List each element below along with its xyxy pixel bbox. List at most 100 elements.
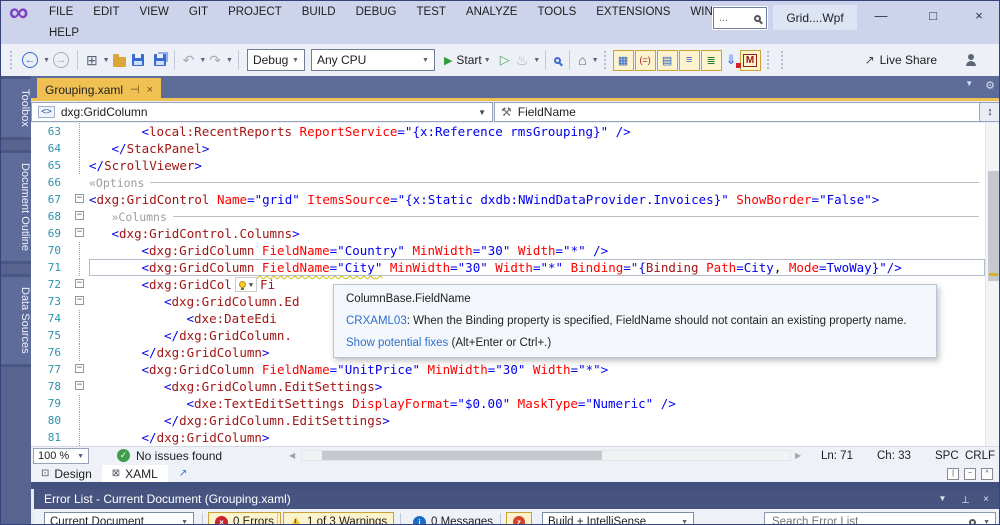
outline-collapse-control[interactable]: − (73, 293, 89, 310)
menu-build[interactable]: BUILD (292, 3, 346, 21)
collapse-box-icon[interactable]: − (75, 194, 84, 203)
split-editor-button[interactable]: ↕ (979, 102, 999, 122)
code-text[interactable]: < dxg:GridColumn.EditSettings > (89, 378, 985, 395)
outline-collapse-control[interactable]: − (73, 378, 89, 395)
menu-project[interactable]: PROJECT (218, 3, 292, 21)
menu-tools[interactable]: TOOLS (527, 3, 586, 21)
start-without-debugging-button[interactable]: ▷ (497, 49, 513, 71)
find-in-files-button[interactable] (551, 49, 564, 71)
outline-collapse-control[interactable]: − (73, 225, 89, 242)
error-list-search-box[interactable]: ▼ (764, 512, 996, 525)
search-options-caret-icon[interactable]: ▼ (983, 519, 990, 525)
show-potential-fixes-link[interactable]: Show potential fixes (346, 337, 448, 349)
menu-edit[interactable]: EDIT (83, 3, 129, 21)
tab-xaml[interactable]: ⊠ XAML (101, 465, 168, 482)
undo-caret-icon[interactable]: ▼ (199, 57, 206, 64)
code-line-63[interactable]: 63 < local:RecentReports ReportService ="{x… (31, 123, 985, 140)
horizontal-split-button[interactable]: − (964, 467, 976, 480)
collapse-box-icon[interactable]: − (75, 296, 84, 305)
quick-launch-search-box[interactable]: ... (712, 6, 768, 30)
code-text[interactable]: < dxg:GridColumn FieldName =" Country " MinW… (89, 242, 985, 259)
horizontal-scrollbar-thumb[interactable] (322, 451, 602, 460)
menu-debug[interactable]: DEBUG (346, 3, 407, 21)
collapse-box-icon[interactable]: − (75, 381, 84, 390)
save-with-errors-button[interactable]: ⇓ (723, 49, 741, 71)
tab-grouping-xaml[interactable]: Grouping.xaml ⊣ × (37, 78, 162, 101)
menu-view[interactable]: VIEW (130, 3, 179, 21)
code-line-70[interactable]: 70 < dxg:GridColumn FieldName =" Country " Mi… (31, 242, 985, 259)
errors-filter-button[interactable]: × 0 Errors (208, 512, 281, 524)
code-text[interactable]: < dxg:GridControl Name =" grid " ItemsSource… (89, 191, 985, 208)
solution-configuration-dropdown[interactable]: Debug ▼ (246, 49, 305, 71)
outline-lines-button[interactable]: ≣ (700, 49, 722, 71)
code-text[interactable]: </ScrollViewer > (89, 157, 985, 174)
scroll-right-arrow-icon[interactable]: ▶ (795, 451, 801, 460)
menu-extensions[interactable]: EXTENSIONS (586, 3, 680, 21)
code-text[interactable]: </StackPanel > (89, 140, 985, 157)
tab-design[interactable]: ⊡ Design (31, 465, 102, 482)
collapse-box-icon[interactable]: − (75, 228, 84, 237)
error-source-dropdown[interactable]: Build + IntelliSense ▼ (542, 512, 694, 524)
collapse-box-icon[interactable]: − (75, 364, 84, 373)
navigate-back-button[interactable]: ← (19, 49, 41, 71)
messages-filter-button[interactable]: i 0 Messages (406, 512, 500, 524)
code-text[interactable]: < dxg:GridControl.Columns > (89, 225, 985, 242)
lightbulb-quickfix-icon[interactable]: ▼ (234, 277, 258, 292)
code-text[interactable]: < dxg:GridColumn FieldName =" UnitPrice " Mi… (89, 361, 985, 378)
code-line-68[interactable]: 68 − »Columns (31, 208, 985, 225)
error-search-input[interactable] (770, 515, 965, 524)
code-line-81[interactable]: 81 </dxg:GridColumn > (31, 429, 985, 446)
code-line-79[interactable]: 79 < dxe:TextEditSettings DisplayFormat =" $… (31, 395, 985, 412)
code-text[interactable]: »Columns (89, 208, 985, 225)
navigate-back-caret-icon[interactable]: ▼ (43, 57, 50, 64)
popout-view-icon[interactable]: ↗ (178, 467, 188, 480)
menu-analyze[interactable]: ANALYZE (456, 3, 528, 21)
menu-git[interactable]: GIT (179, 3, 218, 21)
sidebar-tab-toolbox[interactable]: Toolbox (1, 76, 31, 140)
zoom-dropdown[interactable]: 100 % ▼ (33, 448, 89, 464)
redo-button[interactable]: ↷ (206, 49, 224, 71)
panel-options-caret-icon[interactable]: ▼ (939, 494, 947, 505)
vertical-scrollbar-thumb[interactable] (988, 171, 999, 281)
panel-close-icon[interactable]: × (983, 494, 989, 505)
menu-help[interactable]: HELP (39, 24, 89, 42)
vertical-split-button[interactable]: | (947, 467, 959, 480)
code-line-64[interactable]: 64 </StackPanel > (31, 140, 985, 157)
save-all-button[interactable] (147, 49, 169, 71)
start-debugging-button[interactable]: ▶ Start ▼ (444, 53, 491, 67)
account-person-icon[interactable] (965, 54, 977, 66)
code-text[interactable]: < dxe:TextEditSettings DisplayFormat =" $0.… (89, 395, 985, 412)
error-scope-dropdown[interactable]: Current Document ▼ (44, 512, 194, 524)
code-text[interactable]: < local:RecentReports ReportService ="{x:R… (89, 123, 985, 140)
navigate-forward-button[interactable]: → (50, 49, 72, 71)
toolbar-overflow-caret-icon[interactable]: ▼ (592, 57, 599, 64)
undo-button[interactable]: ↶ (180, 49, 198, 71)
code-line-78[interactable]: 78− < dxg:GridColumn.EditSettings > (31, 378, 985, 395)
toolbar-grip[interactable] (766, 51, 771, 69)
code-line-65[interactable]: 65 </ScrollViewer > (31, 157, 985, 174)
live-share-button[interactable]: ↗ Live Share (865, 53, 937, 67)
redo-caret-icon[interactable]: ▼ (226, 57, 233, 64)
panel-pin-icon[interactable]: ⊣ (959, 495, 970, 504)
sort-order-button[interactable]: z (506, 512, 532, 524)
new-project-button[interactable]: ⊞ (83, 49, 101, 71)
menu-file[interactable]: FILE (39, 3, 83, 21)
minimize-button[interactable]: — (859, 1, 903, 29)
code-line-80[interactable]: 80 </dxg:GridColumn.EditSettings > (31, 412, 985, 429)
save-button[interactable] (129, 49, 147, 71)
code-text[interactable]: </dxg:GridColumn.EditSettings > (89, 412, 985, 429)
close-tab-icon[interactable]: × (147, 84, 153, 96)
code-line-66[interactable]: 66 «Options (31, 174, 985, 191)
indent-lines-button[interactable]: ≡ (678, 49, 700, 71)
warning-code-link[interactable]: CRXAML03 (346, 315, 407, 327)
scroll-left-arrow-icon[interactable]: ◀ (289, 451, 295, 460)
menu-test[interactable]: TEST (407, 3, 456, 21)
outline-collapse-control[interactable]: − (73, 191, 89, 208)
tab-list-caret-icon[interactable]: ▼ (965, 79, 973, 92)
collapse-box-icon[interactable]: − (75, 211, 84, 220)
code-line-71[interactable]: 71 < dxg:GridColumn FieldName =" City " MinWi… (31, 259, 985, 276)
solution-explorer-home-button[interactable]: ⌂ (575, 49, 589, 71)
maximize-button[interactable]: □ (911, 1, 955, 29)
code-line-77[interactable]: 77− < dxg:GridColumn FieldName =" UnitPrice "… (31, 361, 985, 378)
gear-icon[interactable]: ⚙ (985, 79, 995, 92)
